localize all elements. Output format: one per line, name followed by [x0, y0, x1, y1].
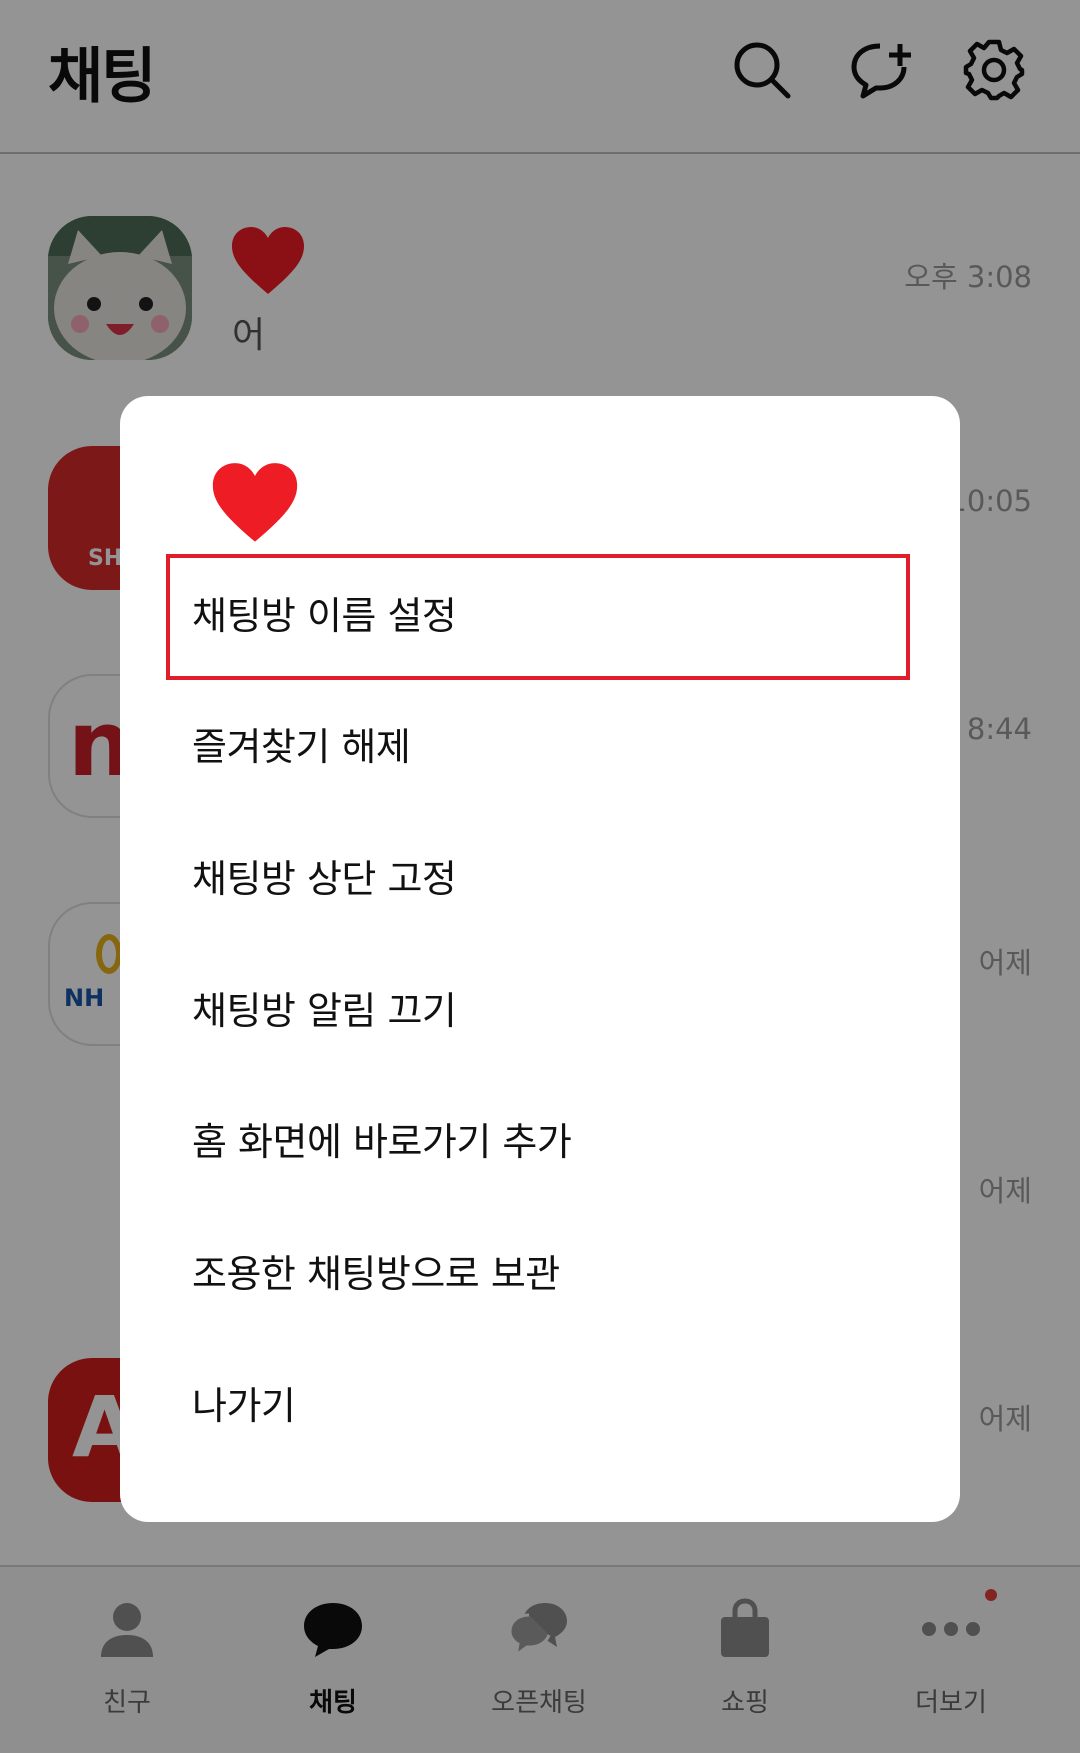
menu-item-unfavorite[interactable]: 즐겨찾기 해제: [192, 707, 892, 787]
menu-item-pin-top[interactable]: 채팅방 상단 고정: [192, 839, 892, 919]
menu-item-leave[interactable]: 나가기: [192, 1366, 892, 1446]
menu-item-add-home-shortcut[interactable]: 홈 화면에 바로가기 추가: [192, 1102, 892, 1182]
menu-item-archive-quiet[interactable]: 조용한 채팅방으로 보관: [192, 1234, 892, 1314]
menu-item-mute-notifications[interactable]: 채팅방 알림 끄기: [192, 971, 892, 1051]
chat-options-dialog: 채팅방 이름 설정 즐겨찾기 해제 채팅방 상단 고정 채팅방 알림 끄기 홈 …: [120, 396, 960, 1522]
heart-icon: [212, 463, 298, 542]
highlight-box: [166, 554, 910, 680]
